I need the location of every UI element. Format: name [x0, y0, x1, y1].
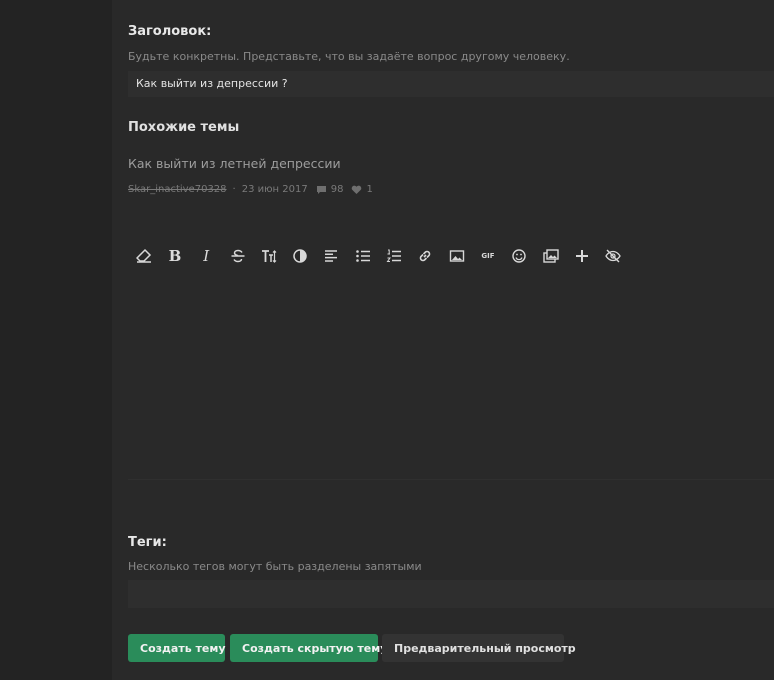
title-input[interactable] — [128, 71, 774, 97]
meta-separator: · — [232, 184, 236, 195]
emoji-icon[interactable] — [504, 240, 535, 272]
heart-icon — [351, 185, 362, 195]
eraser-icon[interactable] — [128, 240, 159, 272]
hidden-eye-icon[interactable] — [597, 240, 628, 272]
italic-icon[interactable]: I — [191, 240, 222, 272]
similar-thread-link[interactable]: Как выйти из летней депрессии — [128, 156, 341, 171]
preview-button[interactable]: Предварительный просмотр — [382, 634, 576, 662]
title-label: Заголовок: — [128, 24, 212, 39]
new-thread-form: Заголовок: Будьте конкретны. Представьте… — [112, 0, 774, 680]
editor-toolbar: B I GIF — [128, 240, 629, 272]
tags-label: Теги: — [128, 535, 167, 550]
thread-date: 23 июн 2017 — [241, 184, 308, 195]
align-left-icon[interactable] — [316, 240, 347, 272]
tags-hint: Несколько тегов могут быть разделены зап… — [128, 560, 422, 573]
comment-icon — [316, 185, 327, 195]
similar-thread-meta: Skar_inactive70328 · 23 июн 2017 98 1 — [128, 184, 373, 195]
similar-threads-heading: Похожие темы — [128, 120, 240, 135]
reply-count: 98 — [330, 184, 344, 195]
left-gutter — [0, 0, 112, 680]
bold-icon[interactable]: B — [159, 240, 190, 272]
thread-author[interactable]: Skar_inactive70328 — [128, 184, 227, 195]
plus-icon[interactable] — [566, 240, 597, 272]
gif-icon[interactable]: GIF — [472, 240, 503, 272]
contrast-icon[interactable] — [284, 240, 315, 272]
text-size-icon[interactable] — [253, 240, 284, 272]
tags-input[interactable] — [128, 580, 774, 608]
media-icon[interactable] — [535, 240, 566, 272]
create-hidden-thread-button[interactable]: Создать скрытую тему — [230, 634, 387, 662]
strikethrough-icon[interactable] — [222, 240, 253, 272]
numbered-list-icon[interactable] — [378, 240, 409, 272]
title-hint: Будьте конкретны. Представьте, что вы за… — [128, 50, 570, 63]
image-icon[interactable] — [441, 240, 472, 272]
link-icon[interactable] — [410, 240, 441, 272]
like-count: 1 — [366, 184, 373, 195]
bullet-list-icon[interactable] — [347, 240, 378, 272]
create-thread-button[interactable]: Создать тему — [128, 634, 226, 662]
message-editor[interactable] — [128, 276, 774, 480]
